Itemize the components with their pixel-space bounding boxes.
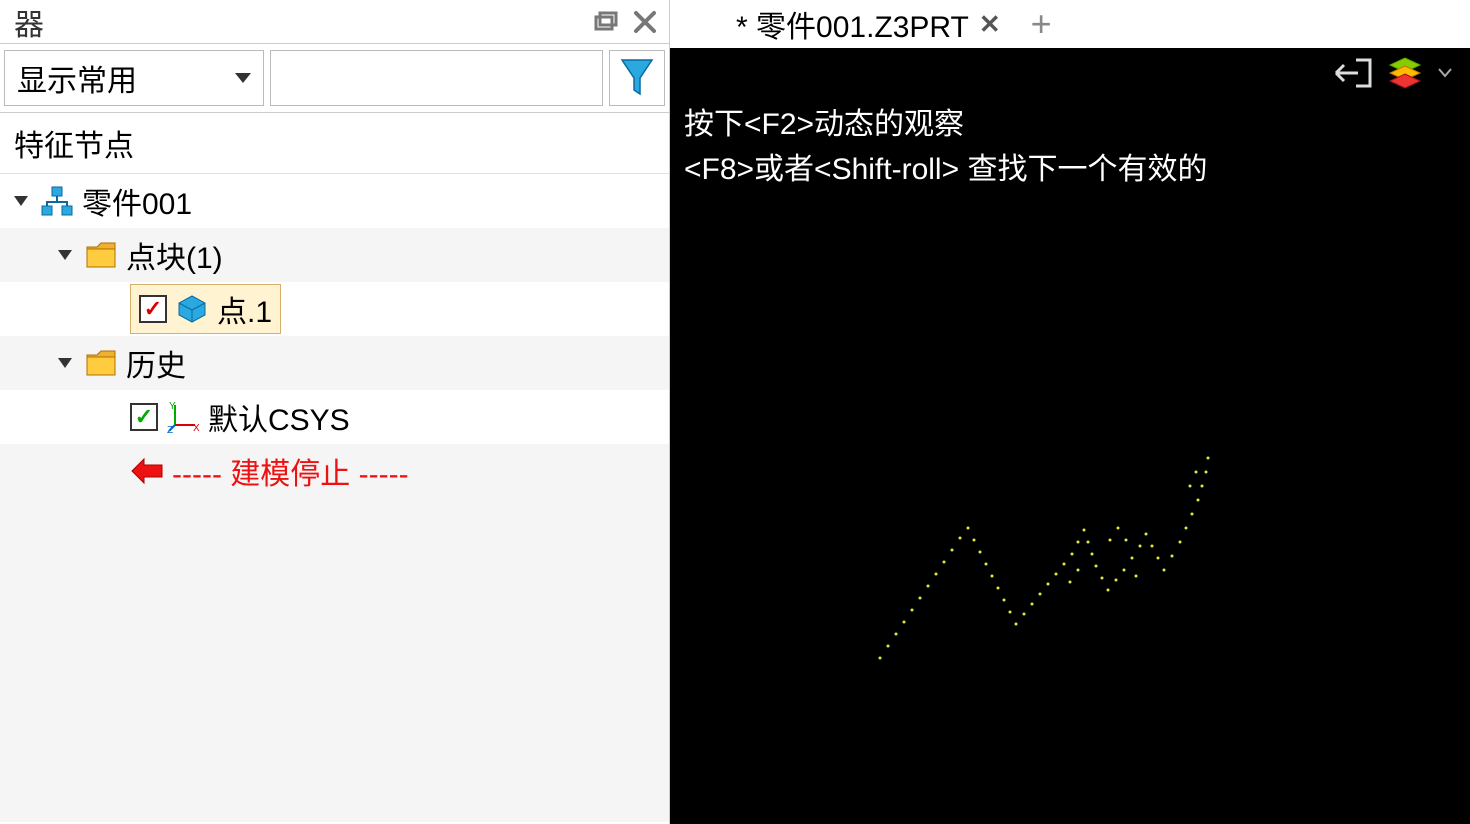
- arrow-left-icon: [130, 454, 164, 488]
- folder-icon: [84, 238, 118, 272]
- viewport-toolbar: [1332, 56, 1452, 90]
- visibility-checkbox[interactable]: ✓: [130, 403, 158, 431]
- tree-node-csys[interactable]: ✓ Y X Z 默认CSYS: [0, 390, 669, 444]
- tree-node-pointblock[interactable]: 点块(1): [0, 228, 669, 282]
- node-label: 零件001: [82, 179, 192, 223]
- tree-node-root[interactable]: 零件001: [0, 174, 669, 228]
- panel-title: 器: [8, 0, 44, 44]
- hint-line: <F8>或者<Shift-roll> 查找下一个有效的: [684, 147, 1207, 192]
- folder-icon: [84, 346, 118, 380]
- feature-tree-panel: 器 显示常用 特征节点 零件001: [0, 0, 670, 824]
- tree-node-model-stop[interactable]: ----- 建模停止 -----: [0, 444, 669, 498]
- display-mode-dropdown[interactable]: 显示常用: [4, 50, 264, 106]
- document-tab[interactable]: * 零件001.Z3PRT ✕: [730, 0, 1007, 48]
- filter-button[interactable]: [609, 50, 665, 106]
- funnel-icon: [620, 58, 654, 98]
- exit-icon[interactable]: [1332, 56, 1372, 90]
- restore-window-icon[interactable]: [589, 8, 621, 36]
- tab-label: * 零件001.Z3PRT: [736, 2, 969, 46]
- tree-search-input[interactable]: [270, 50, 603, 106]
- close-window-icon[interactable]: [629, 8, 661, 36]
- empty-row: [0, 714, 669, 768]
- viewport-panel: * 零件001.Z3PRT ✕ + 按下<F2>动态的观察 <F8>或者<Sh: [670, 0, 1470, 824]
- panel-titlebar: 器: [0, 0, 669, 44]
- dropdown-caret-icon[interactable]: [1438, 68, 1452, 78]
- collapse-toggle[interactable]: [54, 244, 76, 266]
- node-label: 历史: [126, 341, 186, 385]
- empty-row: [0, 498, 669, 552]
- selected-node: ✓ 点.1: [130, 284, 281, 334]
- document-tabbar: * 零件001.Z3PRT ✕ +: [670, 0, 1470, 48]
- viewport-hint: 按下<F2>动态的观察 <F8>或者<Shift-roll> 查找下一个有效的: [684, 102, 1207, 192]
- collapse-toggle[interactable]: [54, 352, 76, 374]
- point-cloud-preview: [860, 428, 1280, 688]
- close-tab-icon[interactable]: ✕: [979, 9, 1001, 40]
- node-label: 点块(1): [126, 233, 223, 277]
- 3d-viewport[interactable]: 按下<F2>动态的观察 <F8>或者<Shift-roll> 查找下一个有效的: [670, 48, 1470, 824]
- node-label: 点.1: [217, 287, 272, 331]
- empty-row: [0, 768, 669, 822]
- node-label: 默认CSYS: [208, 395, 350, 439]
- tree-node-point1[interactable]: ✓ 点.1: [0, 282, 669, 336]
- svg-text:Z: Z: [167, 425, 173, 433]
- hierarchy-icon: [40, 184, 74, 218]
- empty-row: [0, 660, 669, 714]
- section-header: 特征节点: [0, 113, 669, 174]
- layers-icon[interactable]: [1386, 56, 1424, 90]
- chevron-down-icon: [235, 73, 251, 83]
- csys-icon: Y X Z: [166, 400, 200, 434]
- collapse-toggle[interactable]: [10, 190, 32, 212]
- svg-text:Y: Y: [169, 401, 176, 412]
- dropdown-label: 显示常用: [17, 56, 137, 100]
- tree-node-history[interactable]: 历史: [0, 336, 669, 390]
- empty-row: [0, 606, 669, 660]
- feature-tree: 零件001 点块(1) ✓ 点.1 历史: [0, 174, 669, 824]
- cube-icon: [175, 292, 209, 326]
- tree-toolbar: 显示常用: [0, 44, 669, 113]
- new-tab-button[interactable]: +: [1021, 3, 1062, 45]
- hint-line: 按下<F2>动态的观察: [684, 102, 1207, 147]
- visibility-checkbox[interactable]: ✓: [139, 295, 167, 323]
- svg-text:X: X: [193, 423, 199, 433]
- empty-row: [0, 552, 669, 606]
- node-label: ----- 建模停止 -----: [172, 449, 409, 493]
